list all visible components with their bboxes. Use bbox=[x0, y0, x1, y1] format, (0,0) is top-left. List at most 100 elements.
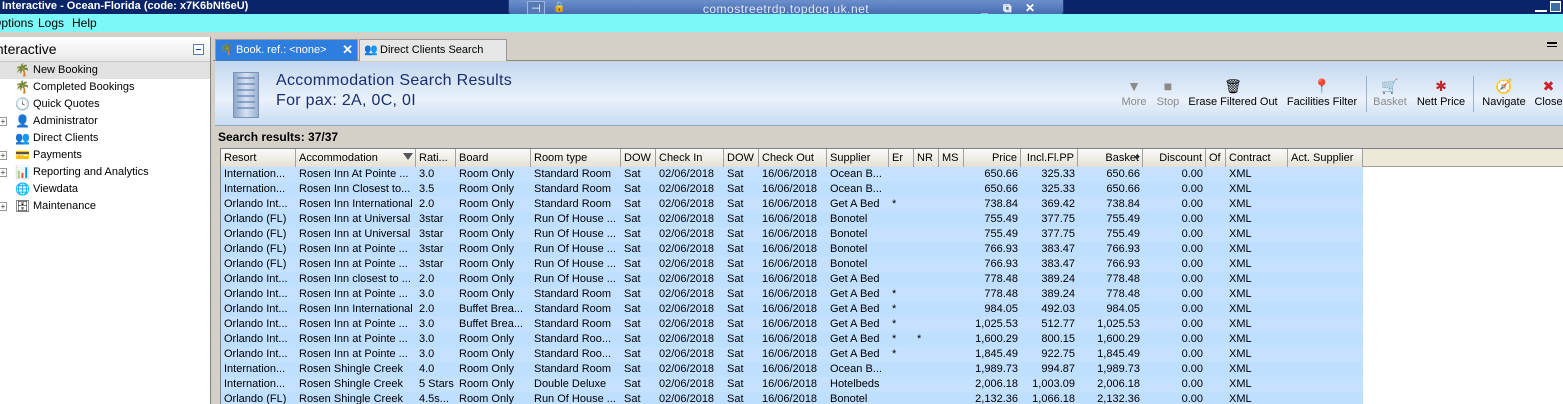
rdp-minimize-icon[interactable]: _ bbox=[981, 1, 988, 15]
erase-filtered-out-button[interactable]: 🗑 Erase Filtered Out bbox=[1187, 76, 1279, 116]
tab-booking[interactable]: 🌴 Book. ref.: <none> ✕ bbox=[215, 39, 358, 61]
table-row[interactable]: Orlando (FL) Rosen Inn at Pointe ... 3star… bbox=[221, 242, 1563, 257]
column-header[interactable]: Rati... bbox=[416, 149, 456, 167]
expand-icon[interactable]: + bbox=[0, 117, 7, 126]
table-row[interactable]: Orlando Int... Rosen Inn at Pointe ... 3.0… bbox=[221, 347, 1563, 362]
table-row[interactable]: Orlando Int... Rosen Inn International 2.0… bbox=[221, 302, 1563, 317]
close-button[interactable]: ✖ Close bbox=[1534, 76, 1563, 116]
table-cell: XML bbox=[1226, 302, 1288, 317]
column-header[interactable]: NR bbox=[914, 149, 939, 167]
table-row[interactable]: Orlando Int... Rosen Inn at Pointe ... 3.0… bbox=[221, 287, 1563, 302]
table-cell: 0.00 bbox=[1143, 317, 1206, 332]
table-cell: 2,132.36 bbox=[1078, 392, 1143, 404]
table-cell: Room Only bbox=[456, 377, 531, 392]
table-row[interactable]: Internation... Rosen Shingle Creek 5 Stars… bbox=[221, 377, 1563, 392]
menu-help[interactable]: Help bbox=[72, 14, 97, 32]
expand-icon[interactable]: + bbox=[0, 151, 7, 160]
column-header[interactable]: DOW bbox=[621, 149, 656, 167]
sidebar-item-viewdata[interactable]: 🌐 Viewdata bbox=[0, 181, 210, 198]
filter-icon[interactable] bbox=[403, 153, 413, 160]
column-header[interactable]: Check In bbox=[656, 149, 724, 167]
table-cell bbox=[914, 347, 939, 362]
table-cell bbox=[939, 332, 964, 347]
table-cell: XML bbox=[1226, 332, 1288, 347]
table-cell: 0.00 bbox=[1143, 332, 1206, 347]
table-row[interactable]: Orlando Int... Rosen Inn at Pointe ... 3.0… bbox=[221, 317, 1563, 332]
column-header[interactable]: MS bbox=[939, 149, 964, 167]
menu-logs[interactable]: Logs bbox=[38, 14, 64, 32]
table-cell: 766.93 bbox=[964, 257, 1021, 272]
table-cell: 650.66 bbox=[1078, 182, 1143, 197]
nett-price-button[interactable]: ✱ Nett Price bbox=[1415, 76, 1467, 116]
column-header[interactable]: Act. Supplier bbox=[1288, 149, 1363, 167]
table-row[interactable]: Orlando (FL) Rosen Inn at Universal 3star R… bbox=[221, 212, 1563, 227]
table-cell: Sat bbox=[621, 302, 656, 317]
navigate-button[interactable]: 🧭 Navigate bbox=[1479, 76, 1529, 116]
table-cell: XML bbox=[1226, 347, 1288, 362]
column-header[interactable]: DOW bbox=[724, 149, 759, 167]
table-cell: Sat bbox=[724, 182, 759, 197]
tab-direct-clients-search[interactable]: 👥 Direct Clients Search bbox=[359, 39, 507, 61]
sidebar-item-new-booking[interactable]: 🌴 New Booking bbox=[0, 62, 210, 79]
table-cell: Sat bbox=[724, 167, 759, 182]
table-row[interactable]: Orlando (FL) Rosen Inn at Universal 3star R… bbox=[221, 227, 1563, 242]
collapse-panel-icon[interactable] bbox=[193, 44, 204, 55]
table-row[interactable]: Orlando Int... Rosen Inn at Pointe ... 3.0… bbox=[221, 332, 1563, 347]
table-cell: Ocean B... bbox=[827, 182, 889, 197]
column-header[interactable]: Board bbox=[456, 149, 531, 167]
tab-list-menu-icon[interactable] bbox=[1547, 42, 1557, 47]
table-cell bbox=[914, 302, 939, 317]
table-cell: 16/06/2018 bbox=[759, 182, 827, 197]
rdp-close-icon[interactable]: ✕ bbox=[1025, 1, 1035, 15]
table-cell: 0.00 bbox=[1143, 272, 1206, 287]
column-header[interactable]: Incl.Fl.PP bbox=[1021, 149, 1078, 167]
minimize-icon[interactable] bbox=[1535, 0, 1547, 12]
column-header[interactable]: Supplier bbox=[827, 149, 889, 167]
table-cell bbox=[1288, 362, 1363, 377]
column-header[interactable]: Room type bbox=[531, 149, 621, 167]
close-tab-icon[interactable]: ✕ bbox=[342, 40, 353, 60]
table-cell: Room Only bbox=[456, 272, 531, 287]
table-cell: Buffet Brea... bbox=[456, 317, 531, 332]
table-row[interactable]: Internation... Rosen Shingle Creek 4.0 Room… bbox=[221, 362, 1563, 377]
table-row[interactable]: Orlando (FL) Rosen Inn at Pointe ... 3star… bbox=[221, 257, 1563, 272]
table-cell bbox=[1288, 212, 1363, 227]
table-row[interactable]: Orlando (FL) Rosen Shingle Creek 4.5s... Ro… bbox=[221, 392, 1563, 404]
column-header[interactable]: Contract bbox=[1226, 149, 1288, 167]
basket-button[interactable]: 🛒 Basket bbox=[1371, 76, 1409, 116]
column-header[interactable]: Basket bbox=[1078, 149, 1143, 167]
stop-button[interactable]: ■ Stop bbox=[1153, 76, 1183, 116]
sidebar-item-direct-clients[interactable]: 👥 Direct Clients bbox=[0, 130, 210, 147]
column-header[interactable]: Accommodation bbox=[296, 149, 416, 167]
table-cell: 984.05 bbox=[1078, 302, 1143, 317]
expand-icon[interactable]: + bbox=[0, 202, 7, 211]
table-cell: Internation... bbox=[221, 167, 296, 182]
table-cell: 0.00 bbox=[1143, 182, 1206, 197]
maximize-icon[interactable] bbox=[1550, 1, 1561, 12]
table-row[interactable]: Orlando Int... Rosen Inn International 2.0… bbox=[221, 197, 1563, 212]
column-header[interactable]: Resort bbox=[221, 149, 296, 167]
column-header[interactable]: Check Out bbox=[759, 149, 827, 167]
column-header[interactable]: Er bbox=[889, 149, 914, 167]
sidebar-item-payments[interactable]: + 💳 Payments bbox=[0, 147, 210, 164]
menu-options[interactable]: Options bbox=[0, 14, 33, 32]
facilities-filter-button[interactable]: 📍 Facilities Filter bbox=[1285, 76, 1359, 116]
sidebar-item-administrator[interactable]: + 👤 Administrator bbox=[0, 113, 210, 130]
sidebar-item-quick-quotes[interactable]: 🕓 Quick Quotes bbox=[0, 96, 210, 113]
column-header[interactable]: Price bbox=[964, 149, 1021, 167]
sidebar-item-maintenance[interactable]: + 🗄 Maintenance bbox=[0, 198, 210, 215]
sidebar-item-completed-bookings[interactable]: 🌴 Completed Bookings bbox=[0, 79, 210, 96]
table-row[interactable]: Internation... Rosen Inn Closest to... 3.5… bbox=[221, 182, 1563, 197]
column-header[interactable]: Of bbox=[1206, 149, 1226, 167]
column-header[interactable]: Discount bbox=[1143, 149, 1206, 167]
more-button[interactable]: ▼ More bbox=[1117, 76, 1151, 116]
table-cell: 16/06/2018 bbox=[759, 227, 827, 242]
table-cell: 4.5s... bbox=[416, 392, 456, 404]
table-row[interactable]: Orlando Int... Rosen Inn closest to ... 2.… bbox=[221, 272, 1563, 287]
expand-icon[interactable]: + bbox=[0, 168, 7, 177]
table-cell: Orlando Int... bbox=[221, 332, 296, 347]
table-cell bbox=[1288, 197, 1363, 212]
sidebar-item-reporting-and-analytics[interactable]: + 📊 Reporting and Analytics bbox=[0, 164, 210, 181]
table-row[interactable]: Internation... Rosen Inn At Pointe ... 3.0… bbox=[221, 167, 1563, 182]
sidebar-item-label: Quick Quotes bbox=[33, 98, 100, 110]
